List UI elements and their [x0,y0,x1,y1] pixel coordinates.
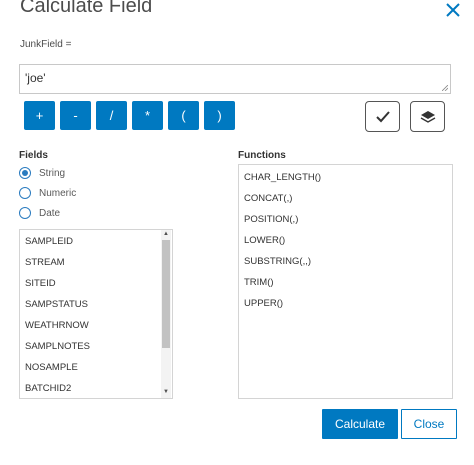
close-icon[interactable] [442,0,464,22]
list-item[interactable]: TRIM() [244,277,274,288]
target-field-label: JunkField = [20,39,72,50]
checkmark-icon [375,110,390,122]
operator-multiply-button[interactable]: * [132,101,163,130]
dialog-title: Calculate Field [20,0,153,17]
radio-string[interactable]: String [19,167,65,179]
list-item[interactable]: WEATHRNOW [25,320,89,331]
operator-divide-button[interactable]: / [96,101,127,130]
list-item[interactable]: SUBSTRING(,,) [244,256,311,267]
layers-icon [420,110,435,123]
list-item[interactable]: SAMPLEID [25,236,73,247]
list-item[interactable]: BATCHID2 [25,383,71,394]
expression-text: 'joe' [25,71,46,85]
radio-date[interactable]: Date [19,207,60,219]
help-button[interactable] [410,101,445,132]
operator-plus-button[interactable]: + [24,101,55,130]
list-item[interactable]: LOWER() [244,235,285,246]
validate-button[interactable] [365,101,400,132]
operator-close-paren-button[interactable]: ) [204,101,235,130]
radio-label: Date [39,207,61,219]
list-item[interactable]: SAMPLNOTES [25,341,90,352]
list-item[interactable]: NOSAMPLE [25,362,78,373]
radio-button[interactable] [19,187,31,199]
list-item[interactable]: CONCAT(,) [244,193,292,204]
scroll-up-icon[interactable]: ▲ [161,230,171,239]
operator-minus-button[interactable]: - [60,101,91,130]
operator-open-paren-button[interactable]: ( [168,101,199,130]
functions-heading: Functions [238,150,286,161]
radio-button[interactable] [19,207,31,219]
expression-input[interactable]: 'joe' [19,64,451,94]
list-item[interactable]: SAMPSTATUS [25,299,88,310]
resize-grip-icon[interactable] [442,85,448,91]
radio-label: String [39,167,66,179]
radio-button[interactable] [19,167,31,179]
calculate-button[interactable]: Calculate [322,409,398,439]
list-item[interactable]: CHAR_LENGTH() [244,172,321,183]
list-item[interactable]: POSITION(,) [244,214,298,225]
radio-label: Numeric [39,187,77,199]
fields-list[interactable]: SAMPLEID STREAM SITEID SAMPSTATUS WEATHR… [19,229,173,399]
scroll-down-icon[interactable]: ▼ [161,388,171,397]
scrollbar-thumb[interactable] [162,240,170,348]
list-item[interactable]: SITEID [25,278,56,289]
fields-heading: Fields [19,150,48,161]
close-button[interactable]: Close [401,409,457,439]
functions-list[interactable]: CHAR_LENGTH() CONCAT(,) POSITION(,) LOWE… [238,164,453,399]
radio-numeric[interactable]: Numeric [19,187,76,199]
list-item[interactable]: UPPER() [244,298,283,309]
list-item[interactable]: STREAM [25,257,65,268]
